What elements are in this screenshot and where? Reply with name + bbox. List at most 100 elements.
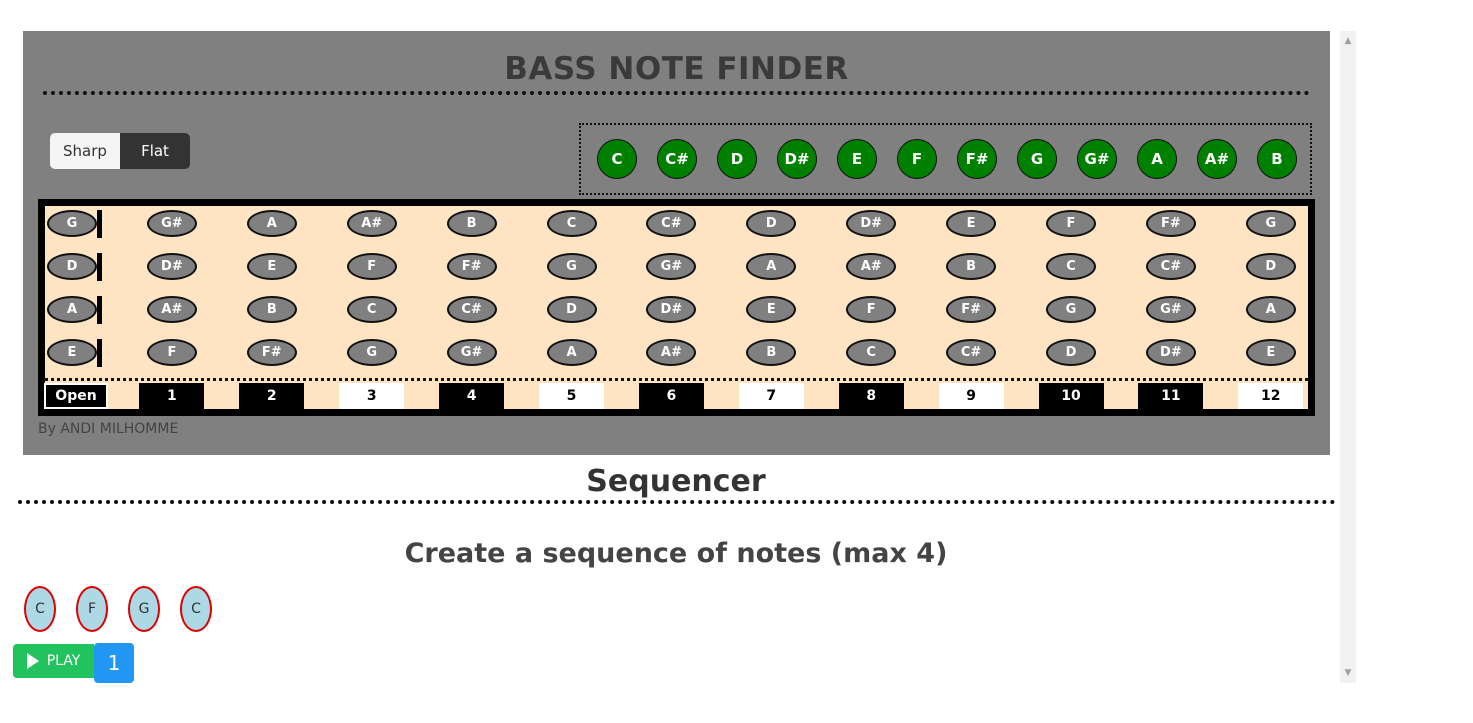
fret-note[interactable]: B [946,253,997,280]
palette-note[interactable]: G [1017,139,1057,179]
fret-note[interactable]: G# [146,210,197,237]
sequence-counter: 1 [94,643,134,683]
fret-divider [45,378,1308,381]
fret-note[interactable]: D# [1145,339,1196,366]
page-scrollbar[interactable]: ▲ ▼ [1340,31,1356,683]
play-icon [26,653,39,669]
palette-note[interactable]: B [1257,139,1297,179]
fret-note[interactable]: A [1245,296,1296,323]
sequence-note[interactable]: G [128,586,160,632]
flat-button[interactable]: Flat [120,133,190,169]
fret-label: 12 [1238,383,1304,409]
palette-note[interactable]: G# [1077,139,1117,179]
nut-bar [97,253,102,281]
fret-note[interactable]: F# [446,253,497,280]
fret-note[interactable]: F [146,339,197,366]
fret-note[interactable]: D [746,210,797,237]
play-button[interactable]: PLAY [13,644,94,678]
chevron-up-icon[interactable]: ▲ [1340,33,1356,49]
fret-note[interactable]: F [346,253,397,280]
nut-bar [97,339,102,367]
fret-note[interactable]: G [47,210,97,237]
fret-label: 2 [239,383,305,409]
fret-note[interactable]: B [246,296,297,323]
fret-note[interactable]: C [846,339,897,366]
palette-note[interactable]: F# [957,139,997,179]
fret-label: 4 [439,383,505,409]
sequencer-title: Sequencer [586,464,766,499]
palette-note[interactable]: C [597,139,637,179]
fret-note[interactable]: E [746,296,797,323]
sequence-note[interactable]: C [180,586,212,632]
fret-note[interactable]: C [1046,253,1096,280]
sequence-note[interactable]: C [24,586,56,632]
fret-note[interactable]: F# [246,339,297,366]
fret-note[interactable]: G [1245,210,1296,237]
palette-note[interactable]: A# [1197,139,1237,179]
fret-note[interactable]: C# [1145,253,1196,280]
palette-note[interactable]: D [717,139,757,179]
fret-label: 6 [638,383,704,409]
nut-bar [97,296,102,324]
app-title: BASS NOTE FINDER [504,51,849,87]
app-panel: BASS NOTE FINDER Sharp Flat C C# D D# E F F# G G… [23,31,1330,455]
sequence-note[interactable]: F [76,586,108,632]
sequencer-divider [18,500,1336,504]
fret-note[interactable]: A [546,339,597,366]
fret-note[interactable]: B [446,210,497,237]
fret-label-open: Open [44,383,108,409]
fret-note[interactable]: G# [446,339,497,366]
fretboard: G G# A A# B C C# D D# E F F# G D D# E F F# G G# A A# B C C# D A A# B… [38,199,1315,416]
palette-note[interactable]: D# [777,139,817,179]
fret-note[interactable]: D# [646,296,697,323]
fret-note[interactable]: G [546,253,597,280]
fret-label: 7 [738,383,804,409]
fret-note[interactable]: F [1046,210,1096,237]
fret-note[interactable]: E [47,339,97,366]
fret-note[interactable]: G [1046,296,1096,323]
fret-note[interactable]: F# [946,296,997,323]
palette-note[interactable]: E [837,139,877,179]
fret-note[interactable]: D [1245,253,1296,280]
fret-label: 1 [139,383,205,409]
fret-note[interactable]: A# [346,210,397,237]
fret-label: 5 [539,383,604,409]
fret-note[interactable]: C [346,296,397,323]
palette-note[interactable]: A [1137,139,1177,179]
fret-note[interactable]: A# [846,253,897,280]
fret-note[interactable]: A [746,253,797,280]
nut-bar [97,210,102,238]
fret-note[interactable]: A# [146,296,197,323]
fret-note[interactable]: E [246,253,297,280]
fret-note[interactable]: F# [1145,210,1196,237]
fret-note[interactable]: G# [1145,296,1196,323]
chevron-down-icon[interactable]: ▼ [1340,665,1356,681]
play-label: PLAY [46,653,81,669]
fret-note[interactable]: G [346,339,397,366]
fret-note[interactable]: C [546,210,597,237]
fret-note[interactable]: B [746,339,797,366]
fretboard-surface: G G# A A# B C C# D D# E F F# G D D# E F F# G G# A A# B C C# D A A# B… [44,206,1308,409]
fret-note[interactable]: G# [646,253,697,280]
palette-note[interactable]: C# [657,139,697,179]
fret-note[interactable]: C# [646,210,697,237]
fret-note[interactable]: A# [646,339,697,366]
fret-note[interactable]: A [246,210,297,237]
fret-note[interactable]: D [1046,339,1096,366]
fret-note[interactable]: E [946,210,997,237]
sharp-button[interactable]: Sharp [50,133,120,169]
note-palette: C C# D D# E F F# G G# A A# B [579,123,1312,195]
fret-note[interactable]: C# [446,296,497,323]
palette-note[interactable]: F [897,139,937,179]
accidental-toggle: Sharp Flat [50,133,190,169]
fret-note[interactable]: D [47,253,97,280]
fret-note[interactable]: E [1245,339,1296,366]
fret-note[interactable]: D# [146,253,197,280]
sequencer-subtitle: Create a sequence of notes (max 4) [404,538,948,569]
fret-note[interactable]: D# [846,210,897,237]
fret-note[interactable]: A [47,296,97,323]
fret-label: 11 [1138,383,1204,409]
fret-note[interactable]: D [546,296,597,323]
fret-note[interactable]: F [846,296,897,323]
fret-note[interactable]: C# [946,339,997,366]
